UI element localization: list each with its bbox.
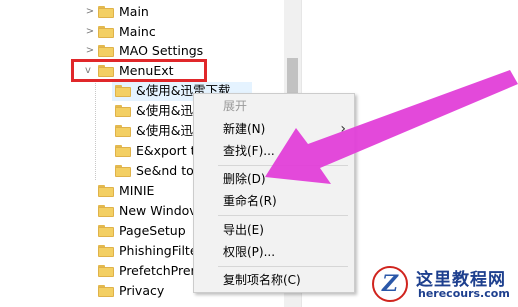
tree-item-label: MAO Settings [119, 43, 204, 58]
folder-icon [98, 265, 114, 277]
submenu-arrow-icon: › [340, 121, 346, 137]
folder-icon [98, 26, 114, 38]
chevron-right-icon[interactable]: > [84, 2, 96, 22]
menu-item-delete[interactable]: 删除(D) [223, 168, 266, 190]
menu-item-find[interactable]: 查找(F)... [223, 140, 275, 162]
folder-icon [98, 185, 114, 197]
tree-item-label: PhishingFilte [119, 243, 198, 258]
folder-icon [98, 205, 114, 217]
menu-separator [218, 266, 348, 267]
tree-item-label: PageSetup [119, 223, 186, 238]
tree-item-label: MINIE [119, 183, 155, 198]
tree-item-label: &使用&迅 [136, 103, 193, 118]
tree-item-label: PrefetchPrer [119, 263, 196, 278]
menu-item-rename[interactable]: 重命名(R) [223, 190, 277, 212]
folder-icon [115, 145, 131, 157]
chevron-right-icon[interactable]: > [84, 41, 96, 61]
folder-icon [115, 105, 131, 117]
context-menu: 展开 新建(N) › 查找(F)... 删除(D) 重命名(R) 导出(E) 权… [193, 93, 355, 293]
tree-item-label: Mainc [119, 24, 156, 39]
menu-item-export[interactable]: 导出(E) [223, 219, 264, 241]
folder-icon [115, 125, 131, 137]
tree-item-label: E&xport t [136, 143, 196, 158]
watermark-logo: Z 这里教程网 herecours.com [370, 262, 518, 307]
folder-icon [98, 225, 114, 237]
tree-item-label: Main [119, 4, 149, 19]
tree-item-main[interactable]: > Main [0, 2, 284, 22]
menu-item-permissions[interactable]: 权限(P)... [223, 241, 275, 263]
tree-item-label: New Windov [119, 203, 197, 218]
folder-icon [98, 6, 114, 18]
menu-item-new[interactable]: 新建(N) [223, 118, 265, 140]
menu-item-expand[interactable]: 展开 [223, 95, 247, 117]
folder-icon [98, 45, 114, 57]
menu-item-copy-key-name[interactable]: 复制项名称(C) [223, 269, 301, 291]
tree-item-label: Privacy [119, 283, 165, 298]
chevron-right-icon[interactable]: > [84, 22, 96, 42]
folder-icon [115, 85, 131, 97]
tree-item-mainc[interactable]: > Mainc [0, 22, 284, 42]
watermark-badge: Z [372, 266, 408, 302]
folder-icon [115, 165, 131, 177]
tree-item-mao-settings[interactable]: > MAO Settings [0, 41, 284, 61]
tree-item-label: Se&nd to [136, 163, 194, 178]
tree-item-label: &使用&迅 [136, 123, 193, 138]
folder-icon [98, 285, 114, 297]
watermark-url: herecours.com [418, 287, 510, 300]
menu-separator [218, 215, 348, 216]
folder-icon [98, 245, 114, 257]
annotation-highlight-box [71, 59, 207, 82]
menu-separator [218, 165, 348, 166]
